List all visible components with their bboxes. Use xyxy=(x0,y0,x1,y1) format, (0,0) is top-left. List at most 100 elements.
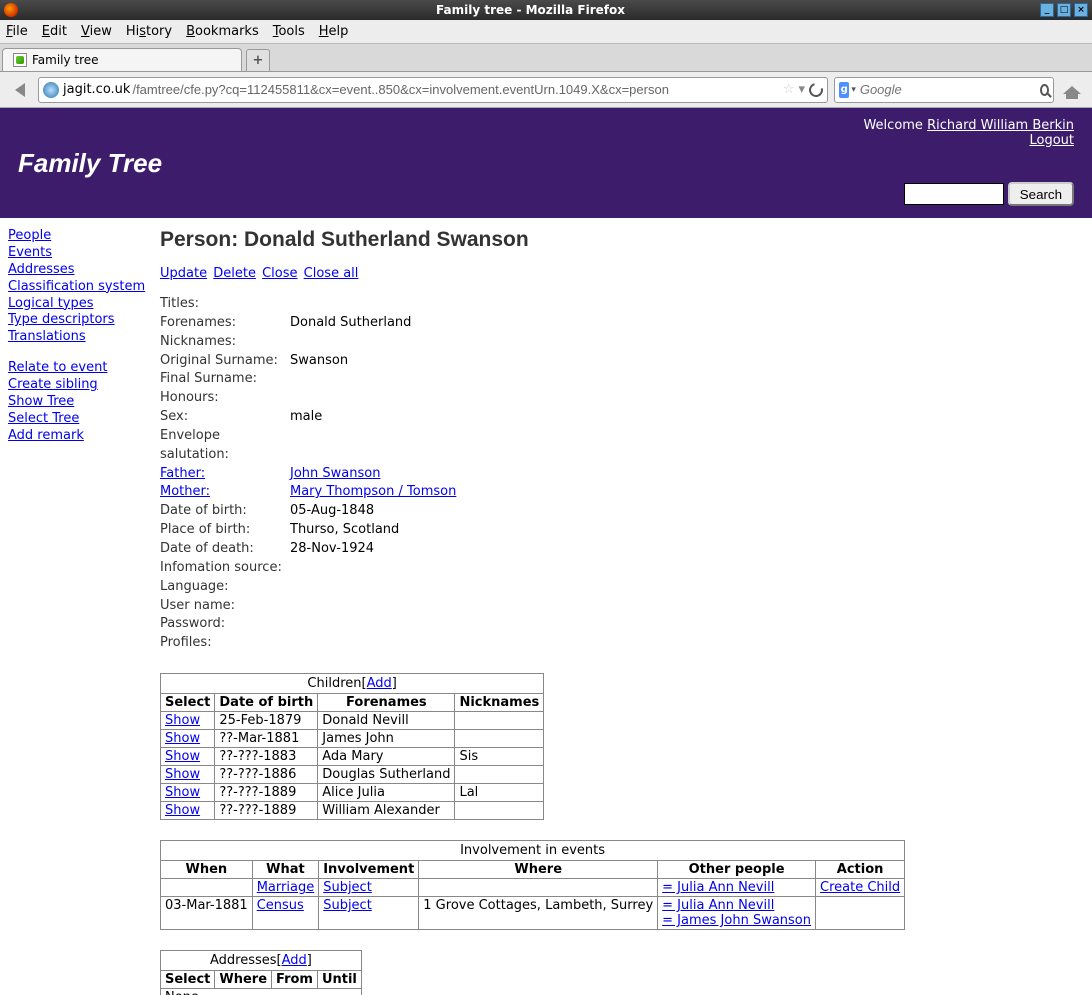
user-link[interactable]: Richard William Berkin xyxy=(927,118,1074,133)
table-row: 03-Mar-1881 Census Subject 1 Grove Cottages… xyxy=(161,897,905,930)
nav-show-tree[interactable]: Show Tree xyxy=(8,394,152,411)
person-link[interactable]: = Julia Ann Nevill xyxy=(662,880,774,895)
events-caption: Involvement in events xyxy=(160,840,905,860)
value-mother-link[interactable]: Mary Thompson / Tomson xyxy=(290,483,456,502)
children-header-dob: Date of birth xyxy=(215,694,318,712)
event-where: 1 Grove Cottages, Lambeth, Surrey xyxy=(419,897,658,930)
person-link[interactable]: = Julia Ann Nevill xyxy=(662,898,774,913)
child-show-link[interactable]: Show xyxy=(165,767,200,782)
search-box[interactable]: g ▾ xyxy=(834,77,1054,103)
bookmark-star-icon[interactable]: ☆ xyxy=(783,82,795,97)
children-caption: Children[Add] xyxy=(160,673,544,693)
close-button[interactable]: × xyxy=(1074,3,1088,17)
event-involvement-link[interactable]: Subject xyxy=(323,880,372,895)
child-forenames: James John xyxy=(318,730,455,748)
nav-select-tree[interactable]: Select Tree xyxy=(8,411,152,428)
event-involvement-link[interactable]: Subject xyxy=(323,898,372,913)
nav-people[interactable]: People xyxy=(8,228,152,245)
child-show-link[interactable]: Show xyxy=(165,731,200,746)
event-when: 03-Mar-1881 xyxy=(161,897,253,930)
label-envelope: Envelope salutation: xyxy=(160,427,290,465)
addresses-add-link[interactable]: Add xyxy=(282,953,307,968)
nav-add-remark[interactable]: Add remark xyxy=(8,428,152,445)
event-where xyxy=(419,879,658,897)
menu-edit[interactable]: Edit xyxy=(42,24,67,39)
value-forenames: Donald Sutherland xyxy=(290,314,411,333)
site-search-input[interactable] xyxy=(904,183,1004,205)
url-bar[interactable]: jagit.co.uk ☆ ▾ xyxy=(38,77,828,103)
menu-help[interactable]: Help xyxy=(319,24,349,39)
search-icon[interactable] xyxy=(1040,84,1049,96)
tab-label: Family tree xyxy=(32,53,99,67)
site-title: Family Tree xyxy=(18,148,162,179)
label-honours: Honours: xyxy=(160,389,290,408)
browser-tab[interactable]: Family tree xyxy=(2,48,242,71)
nav-addresses[interactable]: Addresses xyxy=(8,262,152,279)
child-nickname xyxy=(455,802,544,820)
child-show-link[interactable]: Show xyxy=(165,749,200,764)
action-delete[interactable]: Delete xyxy=(213,266,256,281)
engine-dropdown-icon[interactable]: ▾ xyxy=(851,85,856,95)
nav-translations[interactable]: Translations xyxy=(8,329,152,346)
reload-icon[interactable] xyxy=(806,80,825,99)
action-update[interactable]: Update xyxy=(160,266,207,281)
label-language: Language: xyxy=(160,578,290,597)
nav-events[interactable]: Events xyxy=(8,245,152,262)
table-row: Show??-Mar-1881James John xyxy=(161,730,544,748)
event-what-link[interactable]: Marriage xyxy=(257,880,314,895)
menu-bookmarks[interactable]: Bookmarks xyxy=(186,24,259,39)
search-input[interactable] xyxy=(858,81,1040,98)
label-father-link[interactable]: Father: xyxy=(160,466,205,481)
addresses-header-from: From xyxy=(272,971,318,989)
menu-view[interactable]: View xyxy=(81,24,112,39)
home-button[interactable] xyxy=(1060,78,1084,102)
children-header-select: Select xyxy=(161,694,215,712)
sidebar: People Events Addresses Classification s… xyxy=(0,228,160,995)
event-action-link[interactable]: Create Child xyxy=(820,880,900,895)
url-input[interactable] xyxy=(130,81,782,98)
maximize-button[interactable]: □ xyxy=(1057,3,1071,17)
child-dob: ??-???-1889 xyxy=(215,784,318,802)
children-header-nicknames: Nicknames xyxy=(455,694,544,712)
addresses-header-select: Select xyxy=(161,971,215,989)
children-add-link[interactable]: Add xyxy=(367,676,392,691)
value-father-link[interactable]: John Swanson xyxy=(290,465,380,484)
firefox-icon xyxy=(4,3,18,17)
child-show-link[interactable]: Show xyxy=(165,785,200,800)
label-profiles: Profiles: xyxy=(160,634,290,653)
nav-classification[interactable]: Classification system xyxy=(8,279,152,296)
label-mother-link[interactable]: Mother: xyxy=(160,484,210,499)
google-icon: g xyxy=(839,82,849,98)
event-action: Create Child xyxy=(816,879,905,897)
menu-history[interactable]: History xyxy=(126,24,172,39)
new-tab-button[interactable]: + xyxy=(246,49,270,71)
nav-logical-types[interactable]: Logical types xyxy=(8,296,152,313)
menu-tools[interactable]: Tools xyxy=(273,24,305,39)
person-link[interactable]: = James John Swanson xyxy=(662,913,811,928)
table-row: Show??-???-1883Ada MarySis xyxy=(161,748,544,766)
content-viewport[interactable]: Welcome Richard William Berkin Logout Fa… xyxy=(0,108,1092,995)
logout-link[interactable]: Logout xyxy=(1029,133,1074,148)
record-actions: Update Delete Close Close all xyxy=(160,266,1082,281)
site-identity-icon xyxy=(43,82,59,98)
minimize-button[interactable]: _ xyxy=(1040,3,1054,17)
child-dob: ??-???-1883 xyxy=(215,748,318,766)
child-show-link[interactable]: Show xyxy=(165,713,200,728)
child-forenames: Douglas Sutherland xyxy=(318,766,455,784)
site-search-button[interactable]: Search xyxy=(1008,182,1074,206)
nav-type-descriptors[interactable]: Type descriptors xyxy=(8,312,152,329)
nav-create-sibling[interactable]: Create sibling xyxy=(8,377,152,394)
label-nicknames: Nicknames: xyxy=(160,333,290,352)
action-close[interactable]: Close xyxy=(262,266,297,281)
action-close-all[interactable]: Close all xyxy=(304,266,359,281)
event-when xyxy=(161,879,253,897)
child-show-link[interactable]: Show xyxy=(165,803,200,818)
dropdown-icon[interactable]: ▾ xyxy=(798,82,805,97)
value-pob: Thurso, Scotland xyxy=(290,521,399,540)
nav-relate-event[interactable]: Relate to event xyxy=(8,360,152,377)
event-what-link[interactable]: Census xyxy=(257,898,304,913)
addresses-header-until: Until xyxy=(317,971,361,989)
back-button[interactable] xyxy=(8,78,32,102)
menu-file[interactable]: File xyxy=(6,24,28,39)
value-dod: 28-Nov-1924 xyxy=(290,540,374,559)
